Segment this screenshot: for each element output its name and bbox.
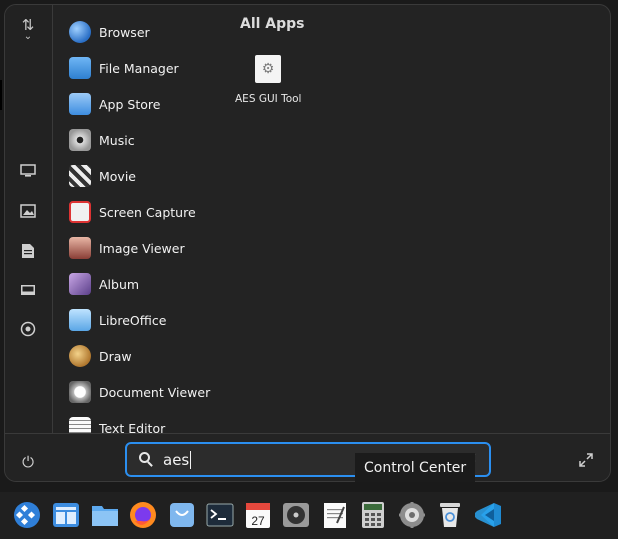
search-results-area: All Apps ⚙ AES GUI Tool bbox=[225, 5, 610, 433]
app-item-file-manager[interactable]: File Manager bbox=[69, 54, 225, 82]
document-viewer-icon bbox=[69, 381, 91, 403]
screen-capture-icon bbox=[69, 201, 91, 223]
multitasking-icon[interactable] bbox=[51, 500, 81, 530]
desktop-edge bbox=[0, 80, 2, 110]
file-manager-icon bbox=[69, 57, 91, 79]
calculator-icon[interactable] bbox=[358, 500, 388, 530]
app-label: Draw bbox=[99, 348, 132, 364]
vscode-icon[interactable] bbox=[473, 500, 503, 530]
app-label: App Store bbox=[99, 96, 161, 112]
text-editor-icon[interactable] bbox=[320, 500, 350, 530]
browser-icon bbox=[69, 21, 91, 43]
app-item-browser[interactable]: Browser bbox=[69, 18, 225, 46]
app-label: LibreOffice bbox=[99, 312, 167, 328]
launcher-window: ⇅ ⌄ Browser File Manager App Store Music… bbox=[4, 4, 611, 482]
firefox-icon[interactable] bbox=[128, 500, 158, 530]
fullscreen-icon[interactable] bbox=[578, 452, 596, 470]
app-item-draw[interactable]: Draw bbox=[69, 342, 225, 370]
launcher-bottom-bar: ⏻ aes ✕ bbox=[5, 433, 610, 481]
app-item-document-viewer[interactable]: Document Viewer bbox=[69, 378, 225, 406]
taskbar: 27 bbox=[0, 492, 618, 539]
app-store-icon bbox=[69, 93, 91, 115]
pictures-icon[interactable] bbox=[18, 201, 38, 221]
app-store-icon[interactable] bbox=[167, 500, 197, 530]
search-input[interactable]: aes bbox=[163, 450, 192, 469]
music-folder-icon[interactable] bbox=[18, 319, 38, 339]
music-icon bbox=[69, 129, 91, 151]
control-center-icon[interactable] bbox=[397, 500, 427, 530]
app-label: Text Editor bbox=[99, 420, 166, 434]
result-label: AES GUI Tool bbox=[235, 93, 302, 105]
app-label: Document Viewer bbox=[99, 384, 211, 400]
documents-icon[interactable] bbox=[18, 241, 38, 261]
app-list: Browser File Manager App Store Music Mov… bbox=[53, 5, 225, 433]
text-editor-icon bbox=[69, 417, 91, 433]
app-label: Album bbox=[99, 276, 140, 292]
app-item-music[interactable]: Music bbox=[69, 126, 225, 154]
app-item-image-viewer[interactable]: Image Viewer bbox=[69, 234, 225, 262]
app-label: Browser bbox=[99, 24, 150, 40]
trash-icon[interactable] bbox=[435, 500, 465, 530]
app-label: Movie bbox=[99, 168, 136, 184]
movie-icon bbox=[69, 165, 91, 187]
calendar-icon[interactable]: 27 bbox=[243, 500, 273, 530]
app-item-movie[interactable]: Movie bbox=[69, 162, 225, 190]
music-icon[interactable] bbox=[281, 500, 311, 530]
app-label: File Manager bbox=[99, 60, 179, 76]
terminal-icon[interactable] bbox=[205, 500, 235, 530]
app-label: Image Viewer bbox=[99, 240, 185, 256]
section-title: All Apps bbox=[240, 16, 305, 32]
app-label: Screen Capture bbox=[99, 204, 196, 220]
image-viewer-icon bbox=[69, 237, 91, 259]
search-icon bbox=[139, 451, 155, 468]
power-icon[interactable]: ⏻ bbox=[18, 452, 38, 472]
sort-icon[interactable]: ⇅ ⌄ bbox=[18, 18, 38, 42]
aes-gui-tool-icon: ⚙ bbox=[255, 55, 281, 83]
album-icon bbox=[69, 273, 91, 295]
tooltip: Control Center bbox=[355, 453, 476, 482]
app-item-app-store[interactable]: App Store bbox=[69, 90, 225, 118]
app-label: Music bbox=[99, 132, 135, 148]
file-manager-icon[interactable] bbox=[90, 500, 120, 530]
app-item-screen-capture[interactable]: Screen Capture bbox=[69, 198, 225, 226]
app-item-libreoffice[interactable]: LibreOffice bbox=[69, 306, 225, 334]
libreoffice-icon bbox=[69, 309, 91, 331]
app-item-text-editor[interactable]: Text Editor bbox=[69, 414, 225, 433]
desktop-icon[interactable] bbox=[18, 280, 38, 300]
result-aes-gui-tool[interactable]: ⚙ AES GUI Tool bbox=[235, 55, 301, 105]
computer-icon[interactable] bbox=[18, 161, 38, 181]
draw-icon bbox=[69, 345, 91, 367]
category-rail: ⇅ ⌄ bbox=[5, 5, 53, 433]
calendar-day: 27 bbox=[251, 514, 265, 528]
app-item-album[interactable]: Album bbox=[69, 270, 225, 298]
launcher-icon[interactable] bbox=[12, 500, 42, 530]
